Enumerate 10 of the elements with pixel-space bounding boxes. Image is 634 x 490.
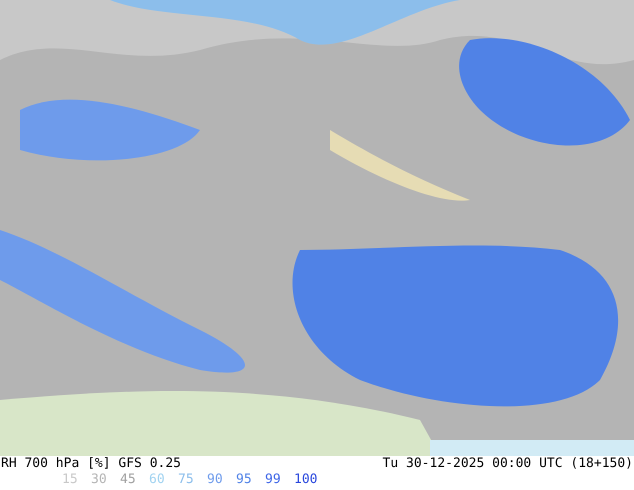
legend-value: 45	[120, 472, 137, 488]
legend-value: 90	[207, 472, 224, 488]
legend-value: 30	[91, 472, 108, 488]
legend-value: 99	[265, 472, 282, 488]
legend-value: 100	[294, 472, 318, 488]
legend-value: 75	[178, 472, 195, 488]
forecast-timestamp: Tu 30-12-2025 00:00 UTC (18+150)	[382, 456, 633, 472]
chart-title: RH 700 hPa [%] GFS 0.25	[1, 456, 182, 472]
legend-value: 95	[236, 472, 253, 488]
legend-value: 60	[149, 472, 166, 488]
